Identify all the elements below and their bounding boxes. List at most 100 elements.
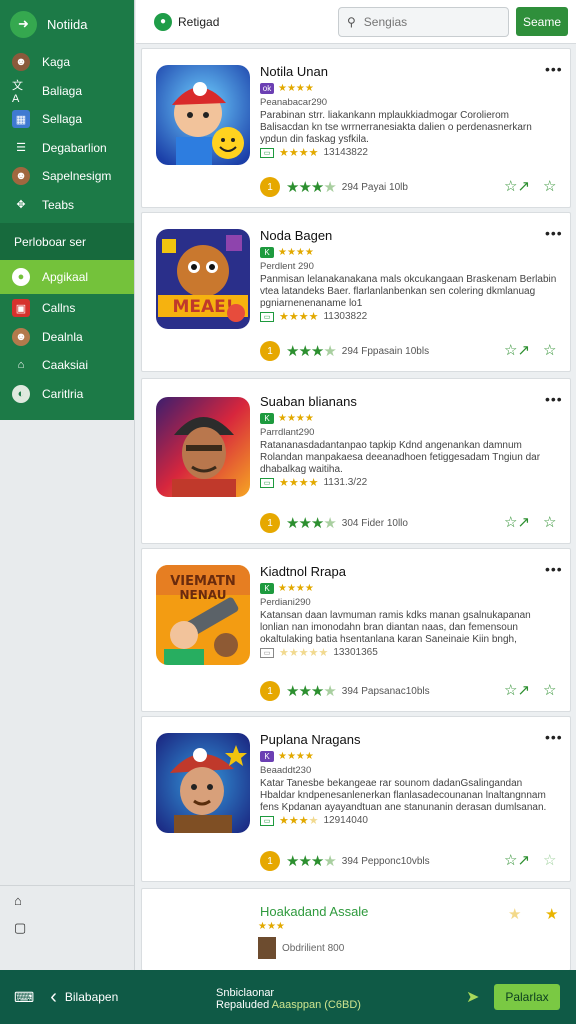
sidebar-item-kaga[interactable]: ☻ Kaga [0, 48, 134, 77]
status-sub-highlight: Aaasppan (C6BD) [271, 999, 361, 1011]
sidebar-item-label: Caritlria [42, 386, 84, 401]
sidebar-item-caritlria[interactable]: ◐ Caritlria [0, 380, 134, 409]
primary-button[interactable]: Seame [516, 7, 568, 36]
sidebar-item-label: Baliaga [42, 83, 83, 98]
age-badge: K [260, 413, 274, 424]
back-arrow-icon[interactable]: ‹ [50, 986, 57, 1009]
app-thumbnail: MEAE! [156, 229, 250, 329]
app-description: Katansan daan lavmuman ramis kdks manan … [260, 610, 531, 645]
app-card[interactable]: Notila Unan ••• ok ★★★★ Peanabacar290 Pa… [141, 48, 571, 208]
more-menu-icon[interactable]: ••• [545, 61, 563, 77]
app-card[interactable]: Hoakadand Assale ★★★ Obdrilient 800 ★ ★ [141, 888, 571, 970]
sidebar-footer: ⌂ ▢ [0, 885, 134, 942]
star-outline-icon[interactable]: ☆ [543, 177, 556, 195]
sidebar-item-caaksiai[interactable]: ⌂ Caaksiai [0, 351, 134, 380]
star-icon: ★★★★ [278, 247, 314, 258]
rating-text: 294 Fppasain 10bls [341, 345, 430, 357]
app-subtitle: Beaaddt230 [260, 765, 312, 776]
badge-row: K ★★★★ [260, 751, 314, 762]
search-input[interactable] [363, 15, 484, 29]
star-rating: ★★★★ [286, 179, 337, 196]
age-badge: K [260, 583, 274, 594]
star-icon[interactable]: ★ [508, 905, 521, 923]
app-card[interactable]: MEAE! Noda Bagen ••• K ★★★★ Perdlent 290… [141, 212, 571, 372]
rating-row: 1 ★★★★ 294 Payai 10lb [260, 177, 408, 197]
sidebar-item-dealnla[interactable]: ☻ Dealnla [0, 323, 134, 352]
sidebar-item-callns[interactable]: ▣ Callns [0, 294, 134, 323]
camera-icon[interactable]: ⌨ [14, 989, 34, 1006]
badge-row: K ★★★★ [260, 247, 314, 258]
star-icon: ★★★★ [279, 311, 319, 323]
app-thumbnail [156, 65, 250, 165]
rating-text: 294 Payai 10lb [341, 181, 408, 193]
app-card[interactable]: VIEMATN NENAU Kiadtnol Rrapa ••• K ★★★★ … [141, 548, 571, 712]
sidebar-item-degabarlion[interactable]: ☰ Degabarlion [0, 134, 134, 163]
search-box[interactable]: ⚲ [338, 7, 509, 37]
star-icon: ★★★★ [278, 751, 314, 762]
app-subtitle: Obdrilient 800 [282, 942, 345, 954]
app-thumbnail: VIEMATN NENAU [156, 565, 250, 665]
star-icon[interactable]: ★ [545, 905, 558, 923]
sidebar-item-label: Kaga [42, 55, 71, 70]
star-outline-icon[interactable]: ☆ [543, 341, 556, 359]
coin-icon: 1 [260, 681, 280, 701]
sidebar-item-label: Sapelnesigm [42, 169, 112, 184]
sidebar-item-baliaga[interactable]: 文A Baliaga [0, 77, 134, 106]
category-icon: ▭ [260, 815, 274, 826]
star-outline-icon[interactable]: ☆ [543, 851, 556, 869]
confirm-button[interactable]: Palarlax [494, 984, 560, 1010]
app-description: Parabinan strr. liakankann mplaukkiadmog… [260, 110, 532, 145]
favorite-add-icon[interactable]: ☆↗ [504, 681, 530, 699]
search-icon: ⚲ [347, 15, 356, 29]
favorite-add-icon[interactable]: ☆↗ [504, 177, 530, 195]
app-name: Notiida [47, 16, 88, 32]
coin-icon: 1 [260, 177, 280, 197]
chat-icon: ● [12, 268, 30, 286]
meta-value: 13301365 [333, 647, 378, 658]
category-icon: ▭ [260, 647, 274, 658]
puzzle-icon: ✥ [16, 199, 26, 212]
favorite-add-icon[interactable]: ☆↗ [504, 341, 530, 359]
coin-icon: 1 [260, 341, 280, 361]
favorite-add-icon[interactable]: ☆↗ [504, 851, 530, 869]
category-icon: ▭ [260, 477, 274, 488]
compass-icon: ◐ [12, 384, 30, 403]
sidebar-item-teabs[interactable]: ✥ Teabs [0, 191, 134, 220]
back-label[interactable]: Bilabapen [65, 990, 118, 1004]
avatar-icon: ☻ [12, 53, 30, 72]
sidebar-item-label: Teabs [42, 197, 75, 212]
star-rating: ★★★★ [286, 683, 337, 700]
app-description: Ratananasdadantanpao tapkip Kdnd angenan… [260, 440, 541, 475]
star-rating: ★★★★ [286, 343, 337, 360]
favorite-add-icon[interactable]: ☆↗ [504, 513, 530, 531]
sidebar-header[interactable]: ➜ Notiida [0, 0, 134, 48]
svg-text:VIEMATN: VIEMATN [170, 574, 236, 589]
badge-row: K ★★★★ [260, 413, 314, 424]
star-outline-icon[interactable]: ☆ [543, 681, 556, 699]
more-menu-icon[interactable]: ••• [545, 225, 563, 241]
app-card[interactable]: Puplana Nragans ••• K ★★★★ Beaaddt230 Ka… [141, 716, 571, 882]
more-menu-icon[interactable]: ••• [545, 729, 563, 745]
sidebar-item-active[interactable]: ● Apgikaal [0, 260, 134, 294]
rating-text: 394 Pepponc10vbls [341, 855, 430, 867]
star-icon: ★★★★ [278, 83, 314, 94]
app-card[interactable]: Suaban blianans ••• K ★★★★ Parrdlant290 … [141, 378, 571, 544]
badge-row: ok ★★★★ [260, 83, 314, 94]
app-subtitle: Parrdlant290 [260, 427, 315, 438]
sidebar-item-sellaga[interactable]: ▦ Sellaga [0, 105, 134, 134]
sidebar-item-sapelnesigm[interactable]: ☻ Sapelnesigm [0, 162, 134, 191]
square-icon[interactable]: ▢ [0, 914, 134, 942]
star-outline-icon[interactable]: ☆ [543, 513, 556, 531]
home-icon[interactable]: ⌂ [0, 886, 134, 914]
app-title: Hoakadand Assale [260, 904, 369, 919]
app-meta: ▭ ★★★★★ 13301365 [260, 646, 378, 659]
tab-retigad[interactable]: ● Retigad [154, 12, 219, 31]
status-info: Snbiclaonar Repaluded Aaasppan (C6BD) [216, 987, 361, 1011]
app-logo-icon: ➜ [10, 10, 37, 38]
send-icon[interactable]: ➤ [466, 987, 479, 1007]
more-menu-icon[interactable]: ••• [545, 391, 563, 407]
chat-icon: ● [154, 12, 172, 31]
sidebar-item-label: Caaksiai [42, 358, 89, 373]
app-description: Katar Tanesbe bekangeae rar sounom dadan… [260, 778, 547, 813]
more-menu-icon[interactable]: ••• [545, 561, 563, 577]
